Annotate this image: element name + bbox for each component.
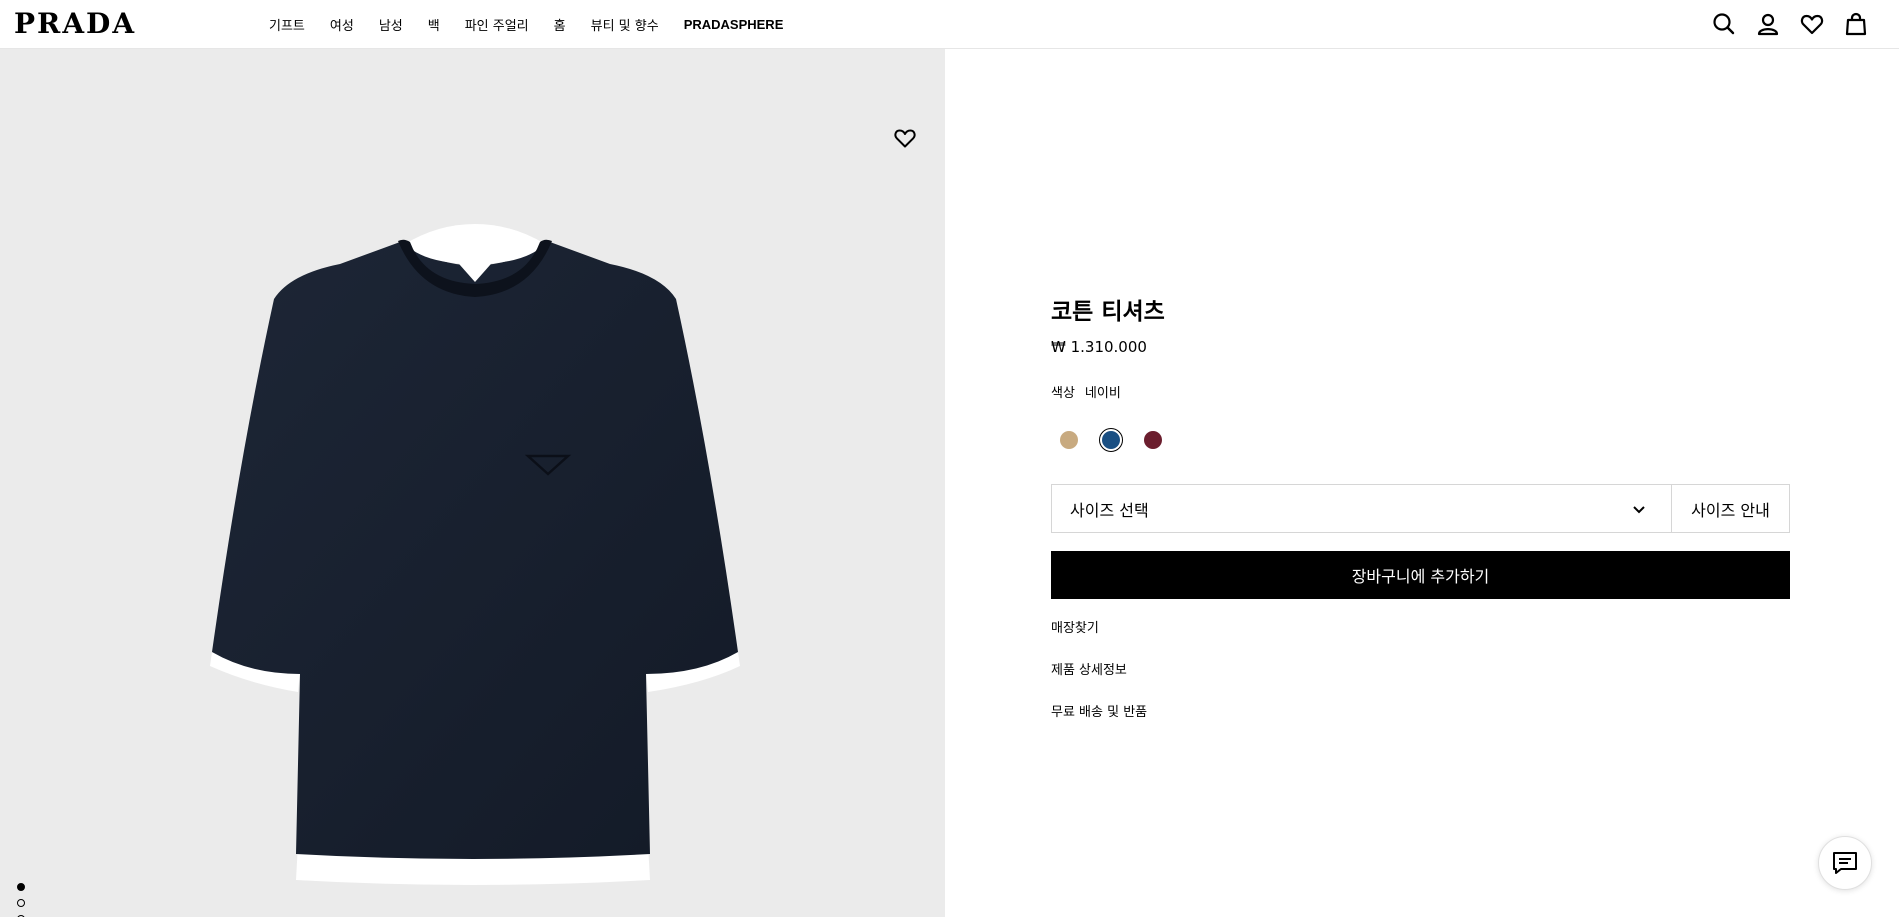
product-info-panel: 코튼 티셔츠 ₩ 1.310.000 색상 네이비 사이즈 선택 사이즈 안내 장… <box>1051 0 1791 917</box>
color-swatch-burgundy[interactable] <box>1141 428 1165 452</box>
swatch-fill <box>1060 431 1078 449</box>
swatch-fill <box>1102 431 1120 449</box>
product-price: ₩ 1.310.000 <box>1051 338 1147 356</box>
gallery-pagination <box>17 883 25 917</box>
chat-button[interactable] <box>1818 836 1872 890</box>
color-label: 색상 <box>1051 386 1075 401</box>
size-guide-button[interactable]: 사이즈 안내 <box>1671 484 1790 533</box>
size-select-dropdown[interactable]: 사이즈 선택 <box>1051 484 1672 533</box>
product-details-link[interactable]: 제품 상세정보 <box>1051 661 1127 681</box>
color-swatch-navy[interactable] <box>1099 428 1123 452</box>
chat-bubble-icon <box>1833 852 1857 874</box>
product-image-gallery[interactable] <box>0 49 945 917</box>
shipping-returns-link[interactable]: 무료 배송 및 반품 <box>1051 703 1147 723</box>
add-to-cart-button[interactable]: 장바구니에 추가하기 <box>1051 551 1790 599</box>
main-nav: 기프트 여성 남성 백 파인 주얼리 홈 뷰티 및 향수 PRADASPHERE <box>269 0 808 49</box>
gallery-dot[interactable] <box>17 899 25 907</box>
brand-logo[interactable]: PRADA <box>14 9 136 39</box>
nav-item-bags[interactable]: 백 <box>428 15 440 34</box>
gallery-dot[interactable] <box>17 883 25 891</box>
product-image-tshirt <box>210 224 740 885</box>
nav-item-women[interactable]: 여성 <box>330 15 354 34</box>
nav-item-home[interactable]: 홈 <box>554 15 566 34</box>
shopping-bag-icon[interactable] <box>1843 11 1869 37</box>
color-swatches <box>1057 428 1165 452</box>
nav-item-men[interactable]: 남성 <box>379 15 403 34</box>
color-value: 네이비 <box>1084 386 1121 401</box>
nav-item-gift[interactable]: 기프트 <box>269 15 305 34</box>
nav-item-beauty-fragrance[interactable]: 뷰티 및 향수 <box>591 15 659 34</box>
store-locator-link[interactable]: 매장찾기 <box>1051 619 1099 639</box>
nav-item-fine-jewelry[interactable]: 파인 주얼리 <box>465 15 529 34</box>
size-select-label: 사이즈 선택 <box>1070 500 1149 520</box>
swatch-fill <box>1144 431 1162 449</box>
color-info: 색상 네이비 <box>1051 384 1121 404</box>
product-title: 코튼 티셔츠 <box>1051 299 1165 325</box>
color-swatch-beige[interactable] <box>1057 428 1081 452</box>
chevron-down-icon <box>1633 506 1645 514</box>
heart-outline-icon[interactable] <box>892 125 918 151</box>
nav-item-pradasphere[interactable]: PRADASPHERE <box>684 17 784 32</box>
wishlist-heart-icon[interactable] <box>1799 11 1825 37</box>
